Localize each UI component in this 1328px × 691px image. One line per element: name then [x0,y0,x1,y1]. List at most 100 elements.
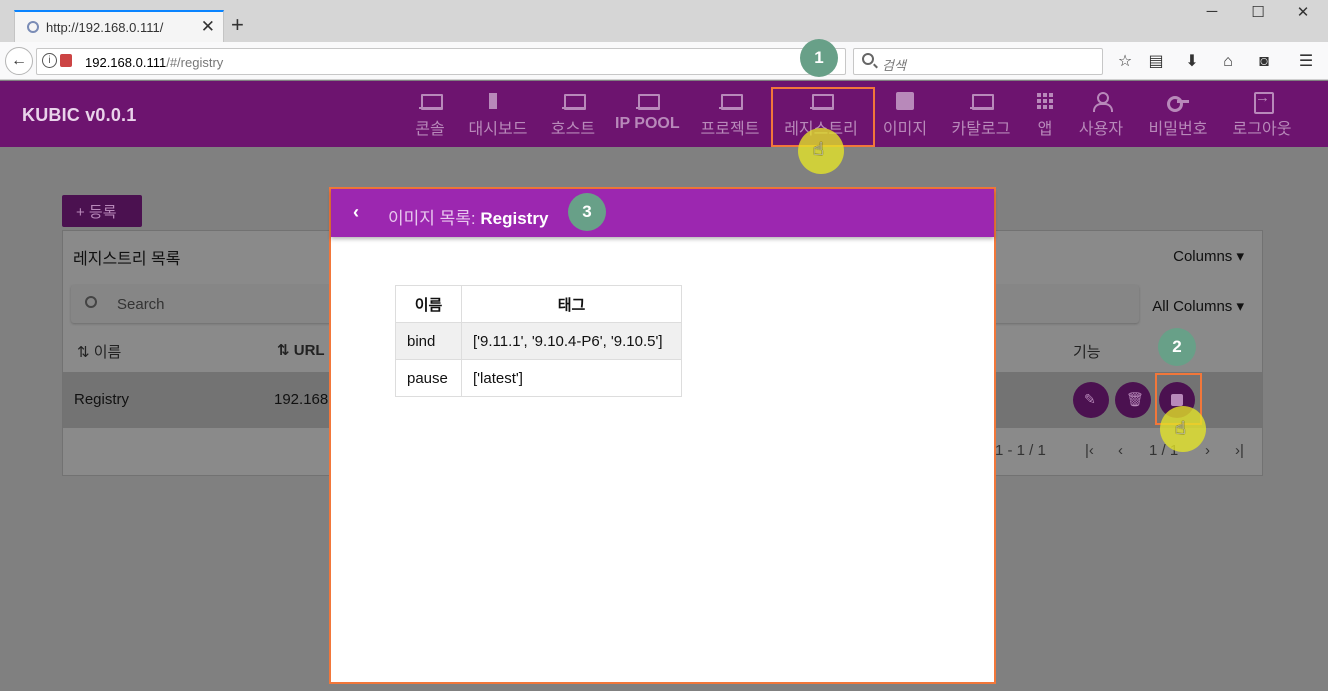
image-icon [894,92,916,110]
delete-button[interactable]: 🗑 [1115,382,1151,418]
image-table: 이름 태그 bind ['9.11.1', '9.10.4-P6', '9.10… [395,285,682,397]
search-placeholder: Search [117,296,165,313]
column-header-url[interactable]: ⇅ URL [277,341,325,359]
nav-item-ip-pool[interactable]: IP POOL [615,90,680,140]
pocket-icon[interactable]: ◙ [1253,51,1275,73]
browser-search-input[interactable]: 검색 [853,48,1103,75]
prev-page-icon[interactable]: ‹ [1118,442,1123,459]
logout-icon [1251,89,1274,114]
pagination-range: 1 - 1 / 1 [995,442,1046,459]
nav-item-dashboard[interactable]: 대시보드 [465,90,531,140]
laptop-icon [719,92,743,110]
dialog-title: 이미지 목록: Registry [388,204,548,229]
columns-dropdown[interactable]: Columns ▾ [1173,247,1244,265]
dialog-title-name: Registry [480,209,549,228]
dialog-header: ‹ 이미지 목록: Registry [331,189,994,237]
nav-label: 앱 [1037,121,1053,138]
card-title: 레지스트리 목록 [73,251,181,268]
image-tags: ['9.11.1', '9.10.4-P6', '9.10.5'] [461,322,682,360]
url-text[interactable]: 192.168.0.111/#/registry [85,55,223,70]
hand-cursor-icon: ☝ [1175,418,1186,438]
step-badge-2: 2 [1158,328,1196,366]
app-brand: KUBIC v0.0.1 [22,105,137,125]
first-page-icon[interactable]: |‹ [1085,442,1094,459]
search-placeholder: 검색 [882,58,906,73]
all-columns-label: All Columns [1152,298,1233,315]
close-tab-icon[interactable]: ✕ [201,17,215,37]
columns-label: Columns [1173,248,1233,265]
apps-icon [1034,92,1056,110]
next-page-icon[interactable]: › [1205,442,1210,459]
new-tab-button[interactable]: + [231,14,244,36]
image-name: pause [395,359,462,397]
nav-label: 호스트 [550,121,596,138]
image-name: bind [395,322,462,360]
nav-item-image[interactable]: 이미지 [880,90,930,140]
search-icon [85,296,97,308]
nav-item-project[interactable]: 프로젝트 [697,90,763,140]
step-badge-1: 1 [800,39,838,77]
nav-item-user[interactable]: 사용자 [1075,90,1127,140]
tab-title: http://192.168.0.111/ [46,20,164,35]
nav-item-catalog[interactable]: 카탈로그 [947,90,1015,140]
row-url: 192.168 [274,391,329,408]
bookmark-star-icon[interactable]: ☆ [1114,51,1136,73]
menu-icon[interactable]: ☰ [1295,51,1317,73]
nav-label: 카탈로그 [951,121,1011,138]
row-name: Registry [74,391,130,408]
column-header-name[interactable]: ⇅ 이름 [77,341,121,362]
close-window-icon[interactable]: ✕ [1288,3,1318,21]
nav-item-password[interactable]: 비밀번호 [1144,90,1212,140]
table-row: bind ['9.11.1', '9.10.4-P6', '9.10.5'] [395,322,682,360]
user-icon [1090,92,1113,112]
url-host: 192.168.0.111 [85,55,167,70]
register-button[interactable]: + 등록 [62,195,142,227]
laptop-icon [636,92,660,110]
download-icon[interactable]: ⬇ [1181,51,1203,73]
minimize-icon[interactable]: ─ [1197,3,1227,20]
all-columns-dropdown[interactable]: All Columns ▾ [1152,297,1244,315]
browser-tab-bar: http://192.168.0.111/ ✕ + ─ ☐ ✕ [0,0,1328,42]
nav-label: 로그아웃 [1232,121,1292,138]
insecure-lock-icon [60,54,72,67]
browser-nav-bar: ← i 192.168.0.111/#/registry 검색 ☆ ▤ ⬇ ⌂ … [0,42,1328,80]
browser-tab[interactable]: http://192.168.0.111/ ✕ [14,10,224,42]
search-icon [862,53,874,65]
table-header-row: 이름 태그 [395,285,682,323]
dashboard-icon [487,92,509,110]
nav-label: 비밀번호 [1148,121,1208,138]
column-header-actions: 기능 [1073,344,1101,361]
image-tags: ['latest'] [461,359,682,397]
key-icon [1167,92,1189,112]
nav-label: IP POOL [615,115,680,132]
pencil-icon: ✎ [1084,391,1096,407]
nav-label: 콘솔 [415,121,445,138]
app-toolbar: KUBIC v0.0.1 콘솔 대시보드 호스트 IP POOL 프로젝트 레지… [0,81,1328,147]
nav-item-logout[interactable]: 로그아웃 [1228,89,1296,140]
nav-item-console[interactable]: 콘솔 [410,90,450,140]
back-arrow-icon[interactable]: ‹ [353,202,359,223]
image-list-dialog: ‹ 이미지 목록: Registry 이름 태그 bind ['9.11.1',… [329,187,996,684]
maximize-icon[interactable]: ☐ [1243,3,1273,21]
step-badge-3: 3 [568,193,606,231]
favicon-icon [27,21,39,33]
back-button[interactable]: ← [5,47,33,75]
nav-item-host[interactable]: 호스트 [547,90,599,140]
laptop-icon [419,92,443,110]
laptop-icon [970,92,994,110]
url-path: /#/registry [166,55,224,70]
nav-label: 사용자 [1078,121,1124,138]
nav-label: 프로젝트 [700,121,760,138]
reading-list-icon[interactable]: ▤ [1145,51,1167,73]
dialog-title-prefix: 이미지 목록: [388,209,481,228]
nav-item-app[interactable]: 앱 [1032,90,1058,140]
edit-button[interactable]: ✎ [1073,382,1109,418]
column-header-tag: 태그 [461,285,682,323]
url-bar[interactable]: i 192.168.0.111/#/registry [36,48,846,75]
trash-icon: 🗑 [1126,391,1144,407]
nav-label: 대시보드 [468,121,528,138]
laptop-icon [562,92,586,110]
info-icon[interactable]: i [42,53,57,68]
last-page-icon[interactable]: ›| [1235,442,1244,459]
home-icon[interactable]: ⌂ [1217,51,1239,73]
